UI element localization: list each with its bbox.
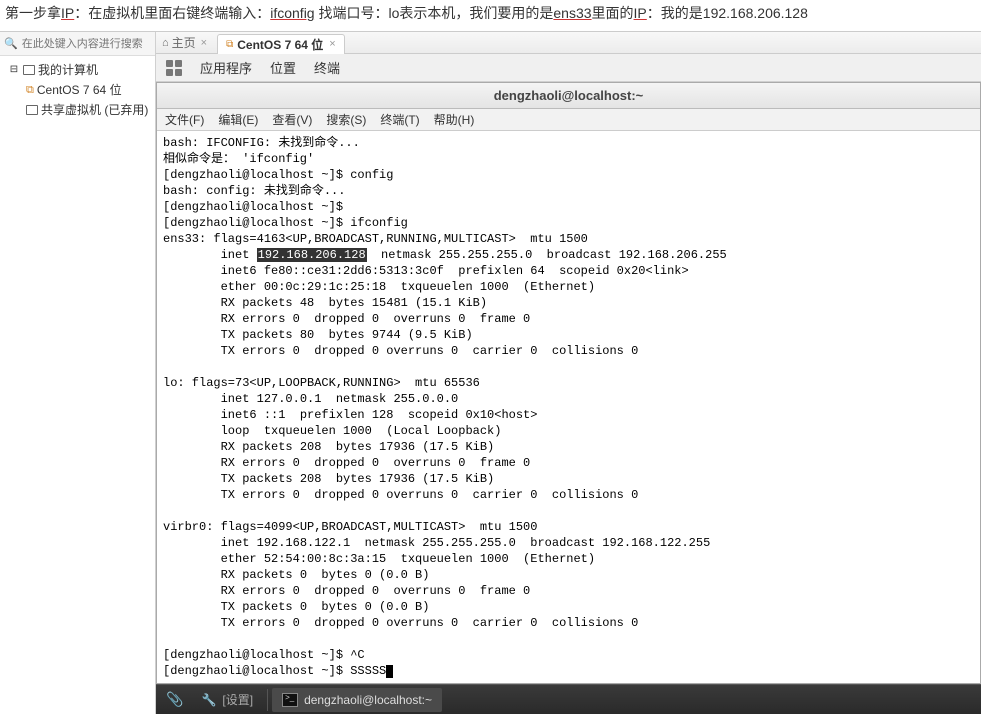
taskbar-attach[interactable]: 📎 xyxy=(160,688,189,712)
search-icon: 🔍 xyxy=(4,37,18,50)
tree-vm-centos[interactable]: ⧉ CentOS 7 64 位 xyxy=(2,80,153,100)
terminal-window: dengzhaoli@localhost:~ 文件(F) 编辑(E) 查看(V)… xyxy=(156,82,981,684)
taskbar-separator xyxy=(267,689,268,711)
home-icon: ⌂ xyxy=(162,37,169,49)
vm-tab-bar: ⌂ 主页 × ⧉ CentOS 7 64 位 × xyxy=(156,32,981,54)
instruction-line: 第一步拿IP：在虚拟机里面右键终端输入：ifconfig 找端口号：lo表示本机… xyxy=(0,0,981,31)
vm-icon: ⧉ xyxy=(226,39,233,50)
tree-vm2-label: 共享虚拟机 (已弃用) xyxy=(41,101,148,119)
selected-ip: 192.168.206.128 xyxy=(257,248,367,262)
expand-icon[interactable]: ⊟ xyxy=(8,64,20,76)
vm-library-sidebar: 🔍 ▼ ⊟ 我的计算机 ⧉ CentOS 7 64 位 共享虚拟机 (已弃用) xyxy=(0,32,156,714)
computer-icon xyxy=(23,65,35,75)
gnome-terminal-menu[interactable]: 终端 xyxy=(314,58,340,77)
tab-active-label: CentOS 7 64 位 xyxy=(237,36,323,53)
activities-icon[interactable] xyxy=(166,60,182,76)
terminal-menubar: 文件(F) 编辑(E) 查看(V) 搜索(S) 终端(T) 帮助(H) xyxy=(157,109,980,131)
terminal-output[interactable]: bash: IFCONFIG: 未找到命令... 相似命令是： 'ifconfi… xyxy=(157,131,980,683)
terminal-cursor xyxy=(386,665,393,678)
gnome-top-bar: 应用程序 位置 终端 xyxy=(156,54,981,82)
menu-view[interactable]: 查看(V) xyxy=(272,111,312,128)
wrench-icon: 🔧 xyxy=(201,693,216,707)
tab-centos[interactable]: ⧉ CentOS 7 64 位 × xyxy=(217,34,345,54)
taskbar-settings-label: [设置] xyxy=(222,691,253,708)
gnome-places[interactable]: 位置 xyxy=(270,58,296,77)
menu-terminal[interactable]: 终端(T) xyxy=(380,111,419,128)
menu-help[interactable]: 帮助(H) xyxy=(434,111,475,128)
vm-icon: ⧉ xyxy=(26,81,34,99)
shared-icon xyxy=(26,105,38,115)
sidebar-search-input[interactable] xyxy=(22,38,164,50)
tree-my-computer[interactable]: ⊟ 我的计算机 xyxy=(2,60,153,80)
gnome-taskbar: 📎 🔧 [设置] dengzhaoli@localhost:~ xyxy=(156,684,981,714)
tree-vm1-label: CentOS 7 64 位 xyxy=(37,81,122,99)
tab-active-close[interactable]: × xyxy=(329,38,335,50)
menu-file[interactable]: 文件(F) xyxy=(165,111,204,128)
menu-edit[interactable]: 编辑(E) xyxy=(218,111,258,128)
attach-icon: 📎 xyxy=(166,691,183,708)
tab-home[interactable]: ⌂ 主页 × xyxy=(162,34,207,51)
tree-shared-vms[interactable]: 共享虚拟机 (已弃用) xyxy=(2,100,153,120)
terminal-titlebar[interactable]: dengzhaoli@localhost:~ xyxy=(157,83,980,109)
taskbar-settings[interactable]: 🔧 [设置] xyxy=(191,688,263,712)
taskbar-terminal-label: dengzhaoli@localhost:~ xyxy=(304,693,432,707)
taskbar-terminal-button[interactable]: dengzhaoli@localhost:~ xyxy=(272,688,442,712)
menu-search[interactable]: 搜索(S) xyxy=(326,111,366,128)
sidebar-search[interactable]: 🔍 ▼ xyxy=(0,32,155,56)
tab-home-close[interactable]: × xyxy=(201,37,207,49)
terminal-title: dengzhaoli@localhost:~ xyxy=(494,88,644,103)
tab-home-label: 主页 xyxy=(172,34,196,51)
gnome-apps[interactable]: 应用程序 xyxy=(200,58,252,77)
terminal-icon xyxy=(282,693,298,707)
tree-root-label: 我的计算机 xyxy=(38,61,98,79)
